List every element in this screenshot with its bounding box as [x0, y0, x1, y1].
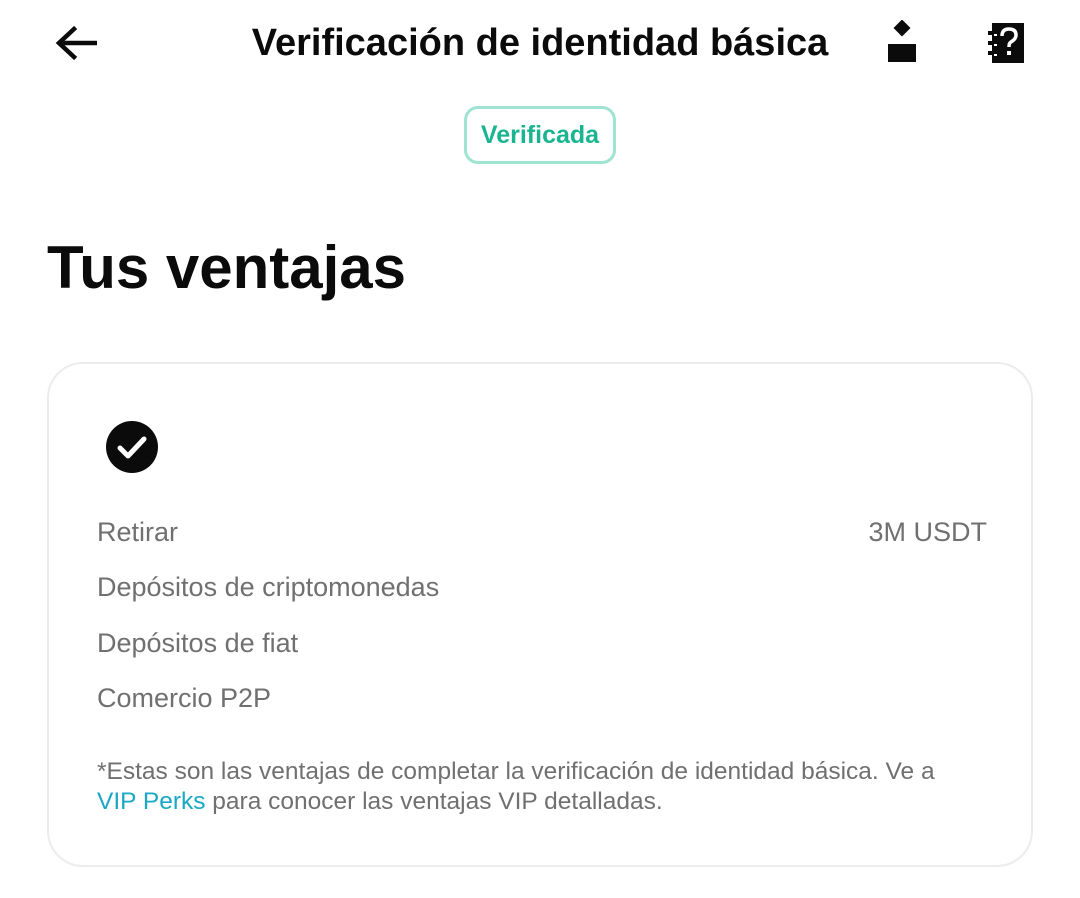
page-title: Verificación de identidad básica [251, 22, 829, 64]
section-title: Tus ventajas [47, 234, 407, 301]
benefit-value: 3M USDT [868, 517, 987, 547]
note-text-after: para conocer las ventajas VIP detalladas… [205, 788, 663, 815]
benefit-row: Comercio P2P [97, 680, 987, 716]
help-button[interactable] [984, 20, 1028, 66]
benefit-label: Retirar [97, 517, 179, 547]
status-badge: Verificada [464, 106, 616, 164]
top-app-bar: Verificación de identidad básica [0, 0, 1080, 90]
check-circle-icon [106, 421, 158, 473]
arrow-left-icon [55, 25, 97, 61]
help-document-icon [988, 23, 1024, 63]
user-icon [888, 20, 916, 62]
benefit-label: Depósitos de criptomonedas [97, 572, 440, 602]
benefit-label: Comercio P2P [97, 683, 272, 713]
benefits-card: Retirar 3M USDT Depósitos de criptomoned… [47, 362, 1033, 867]
benefit-label: Depósitos de fiat [97, 628, 299, 658]
note-text: *Estas son las ventajas de completar la … [97, 758, 935, 785]
benefit-row: Depósitos de fiat [97, 625, 987, 661]
benefit-row: Retirar 3M USDT [97, 514, 987, 550]
profile-button[interactable] [880, 18, 924, 68]
benefits-note: *Estas son las ventajas de completar la … [97, 757, 997, 817]
vip-perks-link[interactable]: VIP Perks [97, 788, 205, 815]
benefit-row: Depósitos de criptomonedas [97, 569, 987, 605]
back-button[interactable] [50, 20, 102, 66]
